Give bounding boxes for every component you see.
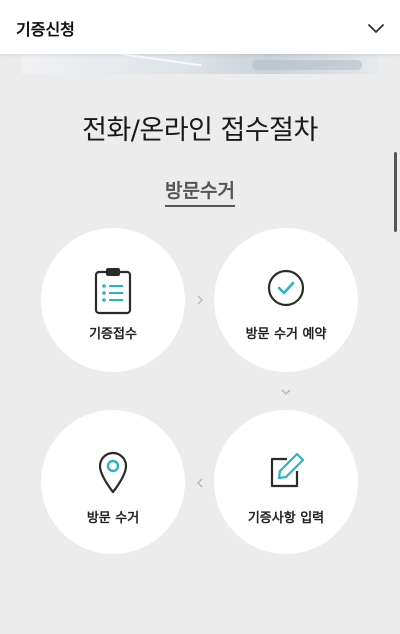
step-donation-entry: 기증사항 입력 — [214, 410, 358, 554]
step-donation-receipt: 기증접수 — [41, 228, 185, 372]
chevron-down-icon[interactable] — [366, 18, 386, 38]
section-title-text: 방문수거 — [165, 180, 235, 207]
hero-image — [22, 54, 378, 74]
step-label: 기증사항 입력 — [247, 511, 325, 526]
clipboard-list-icon — [94, 268, 132, 315]
step-label: 방문 수거 — [86, 511, 140, 526]
page-title: 전화/온라인 접수절차 — [82, 115, 318, 146]
step-visit-reservation: 방문 수거 예약 — [214, 228, 358, 372]
step-visit-pickup: 방문 수거 — [41, 410, 185, 554]
edit-icon — [270, 452, 305, 488]
section-title: 방문수거 — [0, 176, 400, 207]
chevron-right-icon — [197, 295, 203, 305]
scrollbar[interactable] — [394, 152, 397, 232]
check-circle-icon — [267, 269, 305, 307]
chevron-down-icon — [281, 389, 291, 395]
step-label: 기증접수 — [89, 327, 137, 342]
header-title: 기증신청 — [16, 20, 75, 39]
chevron-left-icon — [197, 478, 203, 488]
step-label: 방문 수거 예약 — [245, 327, 327, 342]
header-bar: 기증신청 — [0, 0, 400, 54]
location-pin-icon — [98, 451, 128, 494]
